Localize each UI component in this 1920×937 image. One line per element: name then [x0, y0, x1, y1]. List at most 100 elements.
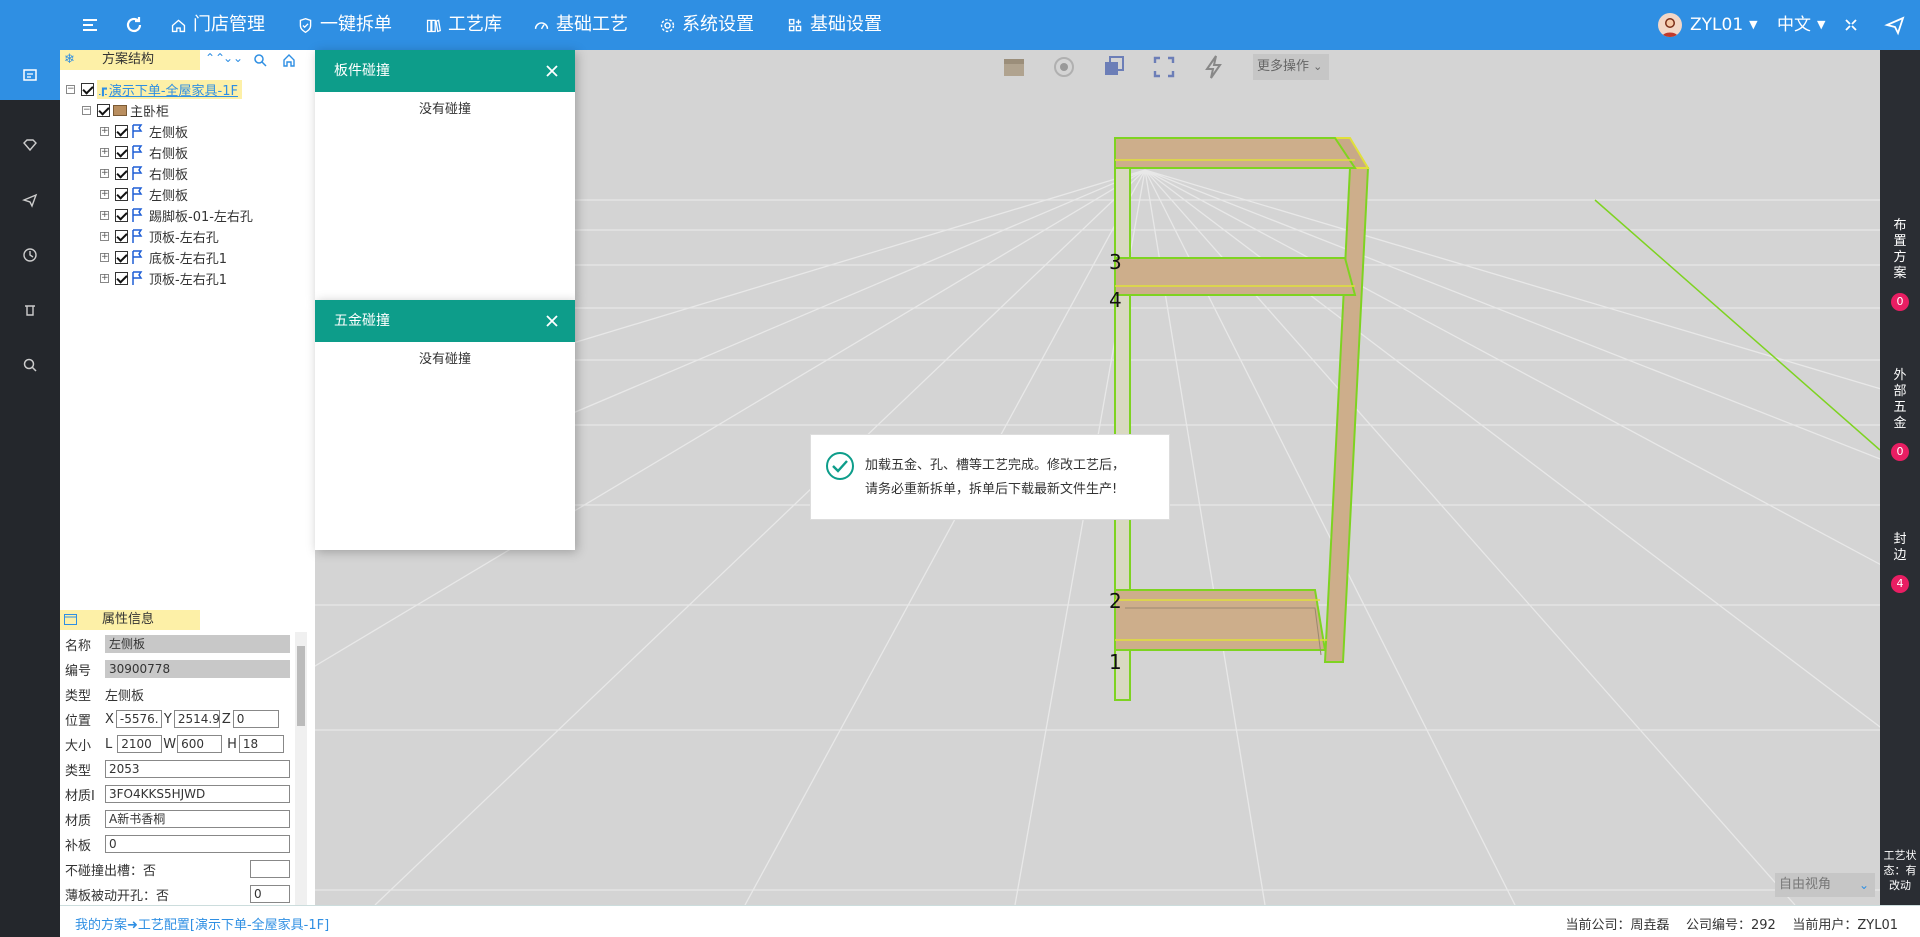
scrollbar-thumb[interactable]	[297, 646, 305, 726]
scrollbar[interactable]	[295, 632, 307, 905]
refresh-icon[interactable]	[122, 13, 146, 37]
clock-icon[interactable]	[0, 230, 60, 280]
menu-toggle-icon[interactable]	[78, 13, 102, 37]
collapse-toggle-icon[interactable]: −	[66, 84, 75, 94]
size-l-input[interactable]: 2100	[117, 735, 163, 753]
tree-checkbox[interactable]	[115, 250, 128, 264]
scheme-icon[interactable]	[0, 50, 60, 100]
expand-toggle-icon[interactable]: +	[100, 210, 109, 220]
search-icon[interactable]	[253, 53, 267, 67]
tree-part-label: 踢脚板-01-左右孔	[149, 209, 253, 225]
patch-input[interactable]: 0	[105, 835, 290, 853]
tree-checkbox[interactable]	[97, 103, 110, 117]
language-label: 中文	[1777, 15, 1811, 35]
right-rail: 布置方案 0 外部五金 0 封边 4 工艺状 态：有 改动	[1880, 50, 1920, 905]
search-icon[interactable]	[0, 340, 60, 390]
rail-edge-tab[interactable]: 封边	[1880, 532, 1920, 564]
nav-store-management[interactable]: 门店管理	[170, 0, 265, 50]
size-h-input[interactable]: 18	[238, 735, 284, 753]
language-menu[interactable]: 中文 ▼	[1777, 0, 1825, 50]
code-label: 编号	[65, 663, 92, 679]
no-collide-input[interactable]	[250, 860, 290, 878]
tree-checkbox[interactable]	[115, 229, 128, 243]
collapse-toggle-icon[interactable]: −	[82, 105, 91, 115]
position-y-input[interactable]: 2514.9	[173, 710, 220, 728]
home-icon[interactable]	[282, 53, 296, 67]
box-icon[interactable]	[997, 50, 1031, 84]
lightning-icon[interactable]	[1197, 50, 1231, 84]
nav-process-library[interactable]: 工艺库	[425, 0, 502, 50]
tree-part-label: 右侧板	[149, 167, 189, 183]
nav-basic-process[interactable]: 基础工艺	[533, 0, 628, 50]
l-label: L	[105, 736, 113, 752]
tree-part-row[interactable]: + 顶板-左右孔1	[100, 269, 227, 288]
close-icon[interactable]	[545, 64, 559, 78]
popup-title: 板件碰撞	[334, 63, 390, 79]
size-w-input[interactable]: 600	[177, 735, 223, 753]
tree-part-row[interactable]: + 踢脚板-01-左右孔	[100, 206, 253, 225]
layout-count-badge: 0	[1891, 293, 1909, 311]
flag-icon	[132, 187, 143, 201]
type2-input[interactable]: 2053	[105, 760, 290, 778]
expand-toggle-icon[interactable]: +	[100, 189, 109, 199]
nav-one-click-split[interactable]: 一键拆单	[297, 0, 392, 50]
rail-layout-tab[interactable]: 布置方案	[1880, 218, 1920, 282]
tree-part-row[interactable]: + 左侧板	[100, 185, 188, 204]
chevron-down-icon: ⌄	[1313, 60, 1323, 73]
material-id-input[interactable]: 3FO4KKS5HJWD	[105, 785, 290, 803]
gear-icon	[660, 18, 675, 32]
tree-checkbox[interactable]	[115, 187, 128, 201]
send-icon[interactable]	[1883, 13, 1907, 37]
copy-icon[interactable]	[1097, 50, 1131, 84]
tree-checkbox[interactable]	[115, 145, 128, 159]
toast-line-1: 加载五金、孔、槽等工艺完成。修改工艺后，	[865, 458, 1126, 473]
rail-hardware-tab[interactable]: 外部五金	[1880, 368, 1920, 432]
diamond-icon[interactable]	[0, 120, 60, 170]
tree-part-label: 顶板-左右孔	[149, 230, 219, 246]
tree-part-label: 顶板-左右孔1	[149, 272, 227, 288]
nav-basic-settings[interactable]: 基础设置	[787, 0, 882, 50]
more-operations-dropdown[interactable]: 更多操作 ⌄	[1253, 54, 1329, 80]
tree-root-row[interactable]: − ┏ 演示下单-全屋家具-1F	[66, 79, 242, 99]
position-x-input[interactable]: -5576.	[115, 710, 162, 728]
avatar[interactable]	[1658, 13, 1682, 37]
tree-part-row[interactable]: + 底板-左右孔1	[100, 248, 227, 267]
x-label: X	[105, 711, 114, 727]
collapse-all-icon[interactable]: ⌄⌄	[223, 51, 243, 65]
tree-part-row[interactable]: + 顶板-左右孔	[100, 227, 219, 246]
tree-checkbox[interactable]	[115, 208, 128, 222]
top-navigation-bar: 门店管理 一键拆单 工艺库 基础工艺 系统设置 基础设置 ZYL01 ▼ 中文 …	[0, 0, 1920, 50]
w-label: W	[163, 736, 177, 752]
expand-toggle-icon[interactable]: +	[100, 147, 109, 157]
target-icon[interactable]	[1047, 50, 1081, 84]
close-icon[interactable]	[545, 314, 559, 328]
tree-part-row[interactable]: + 右侧板	[100, 164, 189, 183]
tree-part-row[interactable]: + 右侧板	[100, 143, 188, 162]
expand-toggle-icon[interactable]: +	[100, 252, 109, 262]
fit-view-icon[interactable]	[1147, 50, 1181, 84]
breadcrumb[interactable]: 我的方案➜工艺配置[演示下单-全屋家具-1F]	[75, 914, 329, 933]
position-z-input[interactable]: 0	[232, 710, 279, 728]
axis-line	[1594, 199, 1880, 451]
tree-checkbox[interactable]	[81, 82, 94, 96]
send-icon[interactable]	[0, 175, 60, 225]
thin-board-input[interactable]: 0	[250, 885, 290, 903]
tree-part-row[interactable]: + 左侧板	[100, 122, 188, 141]
expand-toggle-icon[interactable]: +	[100, 273, 109, 283]
view-mode-select[interactable]: 自由视角 ⌄	[1775, 873, 1875, 897]
user-menu[interactable]: ZYL01 ▼	[1690, 0, 1758, 50]
trash-icon[interactable]	[0, 285, 60, 335]
tree-cabinet-row[interactable]: − 主卧柜	[82, 101, 169, 120]
project-icon: ┏	[99, 81, 107, 97]
expand-toggle-icon[interactable]: +	[100, 231, 109, 241]
nav-system-settings[interactable]: 系统设置	[659, 0, 754, 50]
no-collide-label: 不碰撞出槽：否	[65, 863, 157, 879]
grid-plus-icon	[788, 18, 802, 31]
expand-toggle-icon[interactable]: +	[100, 126, 109, 136]
tree-checkbox[interactable]	[115, 166, 128, 180]
fullscreen-icon[interactable]	[1839, 13, 1863, 37]
expand-toggle-icon[interactable]: +	[100, 168, 109, 178]
tree-checkbox[interactable]	[115, 271, 128, 285]
material-input[interactable]: A新书香桐	[105, 810, 290, 828]
tree-checkbox[interactable]	[115, 124, 128, 138]
